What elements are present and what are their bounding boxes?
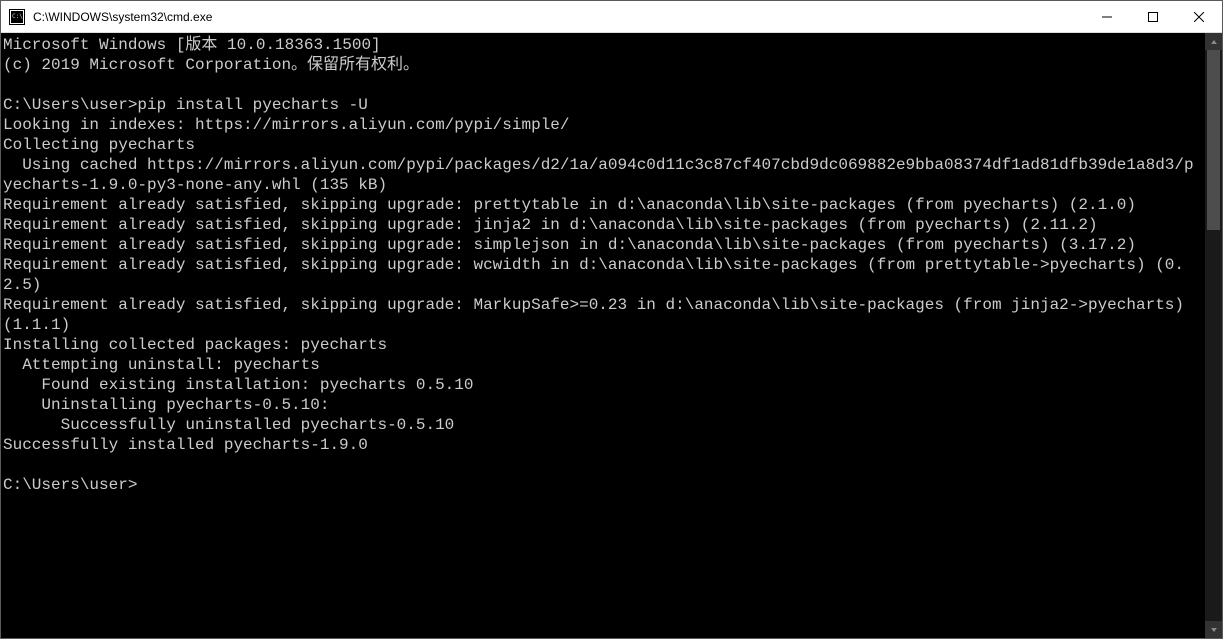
titlebar[interactable]: C:\ C:\WINDOWS\system32\cmd.exe bbox=[1, 1, 1222, 33]
svg-text:C:\: C:\ bbox=[12, 13, 23, 20]
window-controls bbox=[1084, 1, 1222, 32]
scroll-track[interactable] bbox=[1205, 50, 1222, 621]
minimize-button[interactable] bbox=[1084, 1, 1130, 32]
scrollbar[interactable] bbox=[1205, 33, 1222, 638]
scroll-up-button[interactable] bbox=[1205, 33, 1222, 50]
scroll-down-button[interactable] bbox=[1205, 621, 1222, 638]
terminal-output[interactable]: Microsoft Windows [版本 10.0.18363.1500] (… bbox=[1, 33, 1205, 638]
terminal-area: Microsoft Windows [版本 10.0.18363.1500] (… bbox=[1, 33, 1222, 638]
cmd-icon: C:\ bbox=[9, 9, 25, 25]
window-title: C:\WINDOWS\system32\cmd.exe bbox=[33, 10, 1084, 24]
scroll-thumb[interactable] bbox=[1207, 50, 1220, 230]
maximize-button[interactable] bbox=[1130, 1, 1176, 32]
close-button[interactable] bbox=[1176, 1, 1222, 32]
cmd-window: C:\ C:\WINDOWS\system32\cmd.exe Microsof… bbox=[0, 0, 1223, 639]
